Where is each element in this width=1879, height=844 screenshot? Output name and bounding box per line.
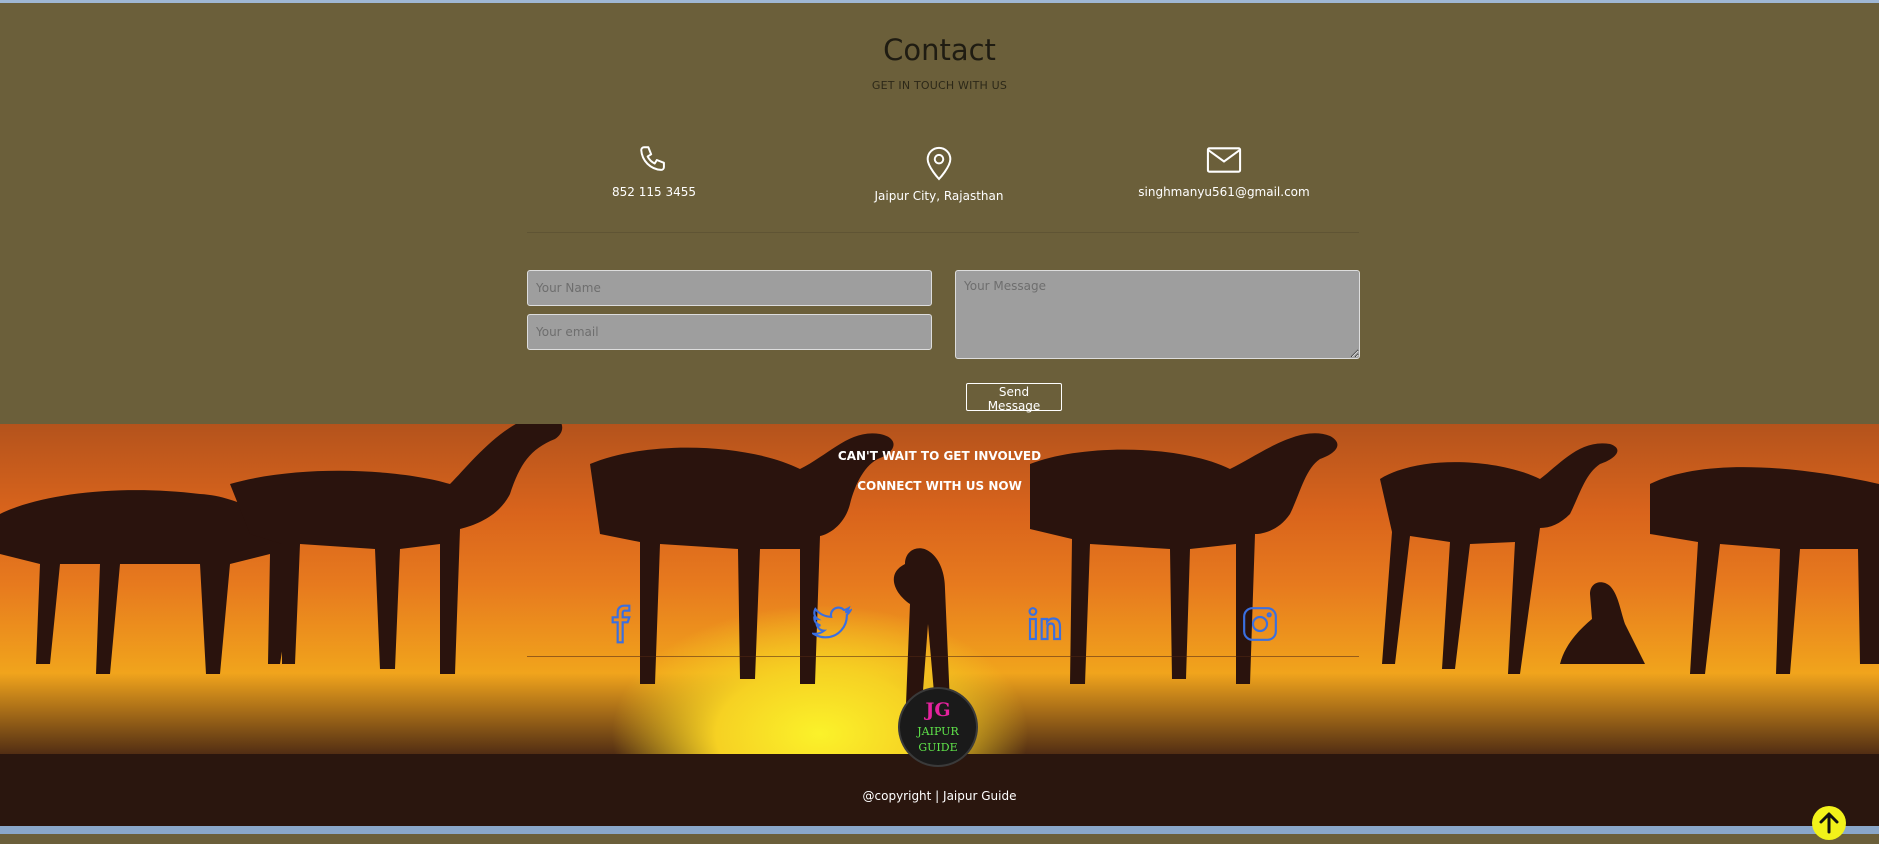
contact-phone: 852 115 3455	[544, 143, 764, 199]
email-text: singhmanyu561@gmail.com	[1138, 185, 1310, 199]
phone-icon	[640, 146, 665, 171]
facebook-icon[interactable]	[601, 604, 641, 644]
instagram-icon[interactable]	[1240, 604, 1280, 644]
footer-heading: CAN'T WAIT TO GET INVOLVED	[837, 449, 1042, 463]
envelope-icon	[1206, 147, 1242, 173]
logo-line1: JAIPUR	[917, 725, 959, 738]
logo-initials: JG	[925, 699, 951, 721]
contact-section: Contact GET IN TOUCH WITH US 852 115 345…	[0, 3, 1879, 424]
footer-section: CAN'T WAIT TO GET INVOLVED CONNECT WITH …	[0, 424, 1879, 826]
footer-subheading: CONNECT WITH US NOW	[857, 479, 1022, 493]
email-input[interactable]	[527, 314, 932, 350]
bottom-strip	[0, 826, 1879, 834]
contact-title: Contact	[883, 33, 996, 67]
message-textarea[interactable]	[955, 270, 1360, 359]
name-input[interactable]	[527, 270, 932, 306]
copyright-text: @copyright | Jaipur Guide	[862, 789, 1017, 803]
jaipur-guide-logo: JG JAIPUR GUIDE	[900, 689, 976, 765]
location-text: Jaipur City, Rajasthan	[874, 189, 1004, 203]
logo-line2: GUIDE	[918, 741, 958, 754]
send-message-button[interactable]: Send Message	[966, 383, 1062, 413]
contact-subtitle: GET IN TOUCH WITH US	[871, 79, 1008, 92]
location-pin-icon	[926, 146, 952, 181]
contact-email: singhmanyu561@gmail.com	[1114, 143, 1334, 199]
linkedin-icon[interactable]	[1025, 604, 1065, 644]
phone-text: 852 115 3455	[612, 185, 696, 199]
contact-location: Jaipur City, Rajasthan	[829, 143, 1049, 203]
divider	[527, 656, 1359, 657]
divider	[527, 232, 1359, 233]
arrow-up-icon	[1819, 812, 1839, 834]
twitter-icon[interactable]	[809, 604, 854, 644]
scroll-to-top-button[interactable]	[1812, 806, 1846, 840]
